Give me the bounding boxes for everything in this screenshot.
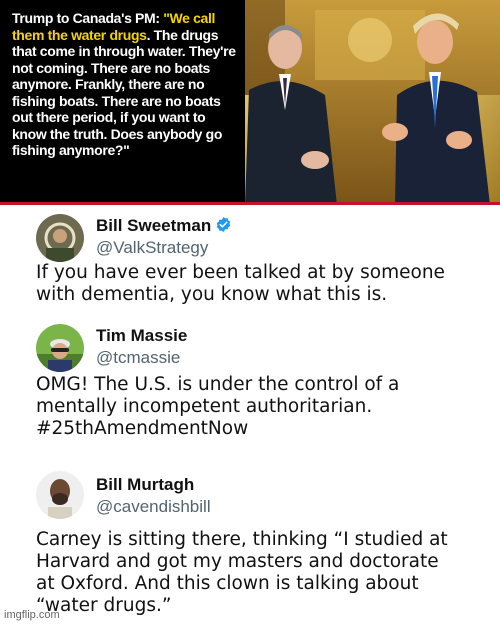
avatar[interactable] (36, 214, 84, 262)
post-tim-massie: Tim Massie @tcmassie OMG! The U.S. is un… (0, 320, 500, 450)
avatar[interactable] (36, 324, 84, 372)
avatar-image (36, 214, 84, 262)
avatar-image (36, 471, 84, 519)
meeting-photo-illustration (245, 0, 500, 205)
watermark: imgflip.com (4, 609, 60, 621)
post-text: OMG! The U.S. is under the control of a … (36, 374, 400, 439)
banner-divider (0, 202, 500, 205)
post-text: If you have ever been talked at by someo… (36, 262, 445, 305)
avatar-image (36, 324, 84, 372)
verified-badge-icon (215, 216, 232, 238)
post-bill-sweetman: Bill Sweetman @ValkStrategy If you have … (0, 210, 500, 310)
news-banner: Trump to Canada's PM: "We call them the … (0, 0, 500, 205)
author-handle[interactable]: @cavendishbill (96, 497, 211, 517)
author-handle[interactable]: @ValkStrategy (96, 238, 208, 258)
author-handle[interactable]: @tcmassie (96, 348, 180, 368)
author-name[interactable]: Bill Murtagh (96, 475, 194, 495)
avatar[interactable] (36, 471, 84, 519)
quote-highlight: water drugs (71, 26, 147, 43)
meeting-photo (245, 0, 500, 205)
quote-lead: Trump to Canada's PM: (12, 10, 164, 26)
quote-text-block: Trump to Canada's PM: "We call them the … (0, 0, 245, 205)
quote-rest: . The drugs that come in through water. … (12, 26, 236, 159)
post-bill-murtagh: Bill Murtagh @cavendishbill Carney is si… (0, 465, 500, 625)
author-name-text: Bill Sweetman (96, 216, 212, 235)
author-name[interactable]: Bill Sweetman (96, 216, 232, 238)
author-name[interactable]: Tim Massie (96, 326, 187, 346)
post-text: Carney is sitting there, thinking “I stu… (36, 529, 448, 616)
